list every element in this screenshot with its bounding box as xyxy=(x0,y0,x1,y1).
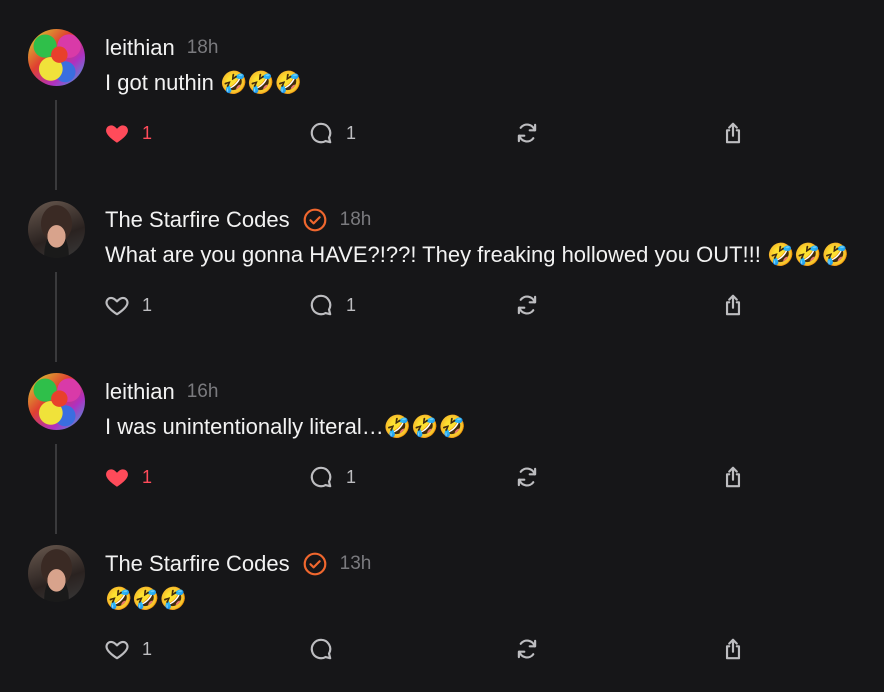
action-bar: 1 1 xyxy=(104,463,764,491)
reply-button[interactable]: 1 xyxy=(308,291,356,319)
like-button[interactable]: 1 xyxy=(104,119,152,147)
heart-icon xyxy=(105,640,129,660)
heart-filled-icon xyxy=(106,469,128,487)
share-button[interactable] xyxy=(720,291,746,319)
post-header: The Starfire Codes 13h xyxy=(105,550,371,578)
comment-icon xyxy=(310,294,332,316)
share-icon xyxy=(725,122,741,144)
post-text: I got nuthin 🤣🤣🤣 xyxy=(105,70,303,95)
avatar[interactable] xyxy=(28,373,85,430)
post: leithian 16h I was unintentionally liter… xyxy=(0,344,884,534)
post: The Starfire Codes 13h 🤣🤣🤣 1 xyxy=(0,516,884,688)
post-header: The Starfire Codes 18h xyxy=(105,206,371,234)
username[interactable]: The Starfire Codes xyxy=(105,207,290,233)
like-count: 1 xyxy=(142,638,153,659)
repost-icon xyxy=(517,295,537,315)
avatar[interactable] xyxy=(28,545,85,602)
avatar[interactable] xyxy=(28,29,85,86)
repost-button[interactable] xyxy=(514,635,540,663)
repost-icon xyxy=(517,467,537,487)
repost-icon xyxy=(517,123,537,143)
reply-count: 1 xyxy=(346,466,357,487)
reply-thread: leithian 18h I got nuthin 🤣🤣🤣 1 1 The St… xyxy=(0,0,884,692)
post-text: What are you gonna HAVE?!??! They freaki… xyxy=(105,242,850,267)
like-button[interactable]: 1 xyxy=(104,635,152,663)
comment-icon xyxy=(310,122,332,144)
post-text: 🤣🤣🤣 xyxy=(105,586,188,611)
repost-button[interactable] xyxy=(514,291,540,319)
heart-filled-icon xyxy=(106,125,128,143)
comment-icon xyxy=(310,466,332,488)
like-count: 1 xyxy=(142,122,153,143)
reply-button[interactable]: 1 xyxy=(308,119,356,147)
reply-count: 1 xyxy=(346,294,357,315)
avatar[interactable] xyxy=(28,201,85,258)
verified-badge-icon xyxy=(303,208,327,232)
verified-badge-icon xyxy=(303,552,327,576)
action-bar: 1 1 xyxy=(104,119,764,147)
post-header: leithian 18h xyxy=(105,34,218,62)
repost-button[interactable] xyxy=(514,463,540,491)
username[interactable]: leithian xyxy=(105,35,175,61)
timestamp: 18h xyxy=(186,37,219,58)
like-count: 1 xyxy=(142,466,153,487)
share-icon xyxy=(725,294,741,316)
repost-icon xyxy=(517,639,537,659)
like-count: 1 xyxy=(142,294,153,315)
share-button[interactable] xyxy=(720,119,746,147)
like-button[interactable]: 1 xyxy=(104,291,152,319)
post: leithian 18h I got nuthin 🤣🤣🤣 1 1 xyxy=(0,0,884,190)
timestamp: 16h xyxy=(186,381,219,402)
heart-icon xyxy=(105,296,129,316)
username[interactable]: The Starfire Codes xyxy=(105,551,290,577)
reply-button[interactable] xyxy=(308,635,334,663)
post-header: leithian 16h xyxy=(105,378,218,406)
share-icon xyxy=(725,466,741,488)
username[interactable]: leithian xyxy=(105,379,175,405)
post: The Starfire Codes 18h What are you gonn… xyxy=(0,172,884,362)
timestamp: 13h xyxy=(339,553,372,574)
action-bar: 1 1 xyxy=(104,291,764,319)
action-bar: 1 xyxy=(104,635,764,663)
like-button[interactable]: 1 xyxy=(104,463,152,491)
share-button[interactable] xyxy=(720,463,746,491)
post-text: I was unintentionally literal…🤣🤣🤣 xyxy=(105,414,466,439)
share-button[interactable] xyxy=(720,635,746,663)
reply-count: 1 xyxy=(346,122,357,143)
comment-icon xyxy=(310,638,332,660)
share-icon xyxy=(725,638,741,660)
timestamp: 18h xyxy=(339,209,372,230)
repost-button[interactable] xyxy=(514,119,540,147)
reply-button[interactable]: 1 xyxy=(308,463,356,491)
